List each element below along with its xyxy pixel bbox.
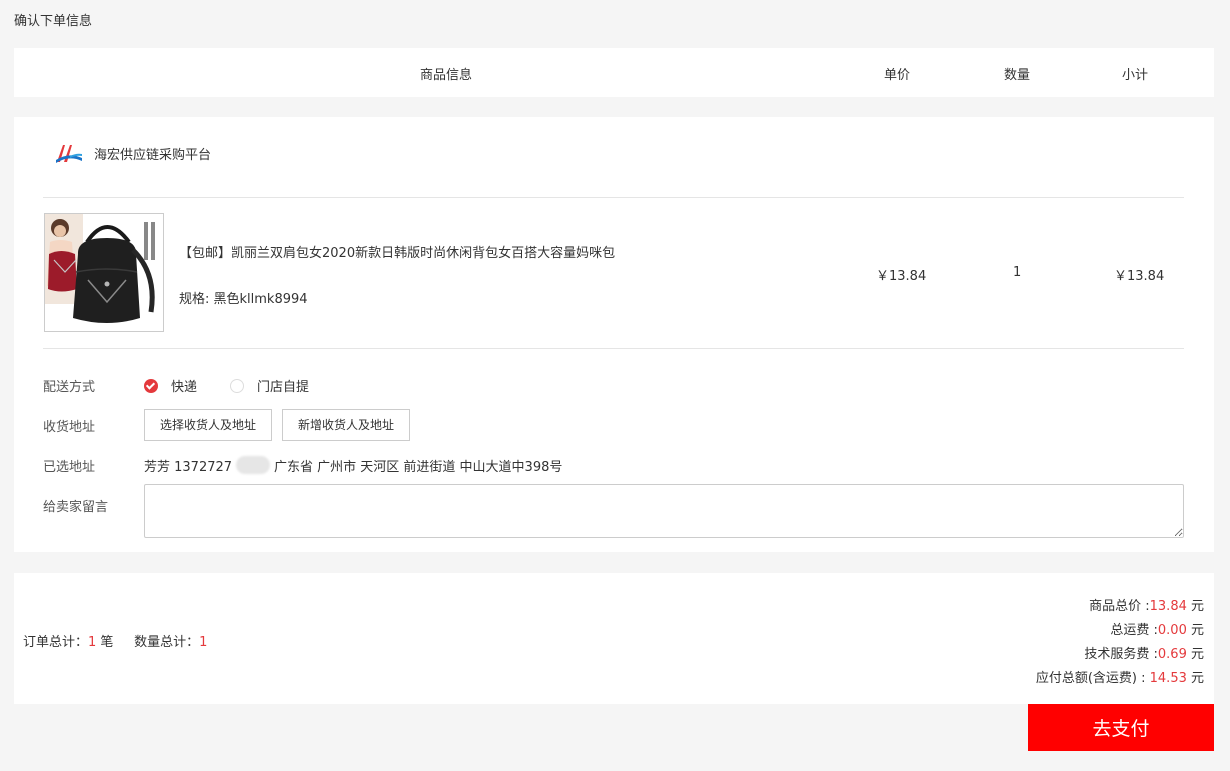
backpack-image (45, 214, 163, 331)
redacted-mask (236, 456, 271, 474)
freight-label: 总运费 : (1110, 623, 1158, 638)
product-unit-price: ￥13.84 (876, 269, 927, 284)
shipping-option-pickup[interactable]: 门店自提 (230, 376, 309, 395)
order-card: 海宏供应链采购平台 【包邮】凯丽兰双肩包女2020新款日韩版时尚休闲背包女百搭大… (14, 117, 1214, 552)
qty-total-label: 数量总计： (134, 635, 200, 650)
recipient-name-phone: 芳芳 1372727 (144, 460, 233, 475)
currency-unit: 元 (1186, 599, 1204, 614)
payable-value: 14.53 (1149, 671, 1187, 686)
divider (43, 348, 1184, 349)
currency-unit: 元 (1186, 671, 1204, 686)
divider (43, 197, 1184, 198)
order-stats: 订单总计：1 笔 数量总计：1 (23, 631, 207, 650)
header-unit-price: 单价 (884, 68, 911, 83)
product-spec: 规格: 黑色kllmk8994 (179, 292, 308, 307)
shipping-option-label: 门店自提 (257, 380, 310, 395)
page-title: 确认下单信息 (14, 14, 93, 29)
address-label: 收货地址 (43, 420, 96, 435)
select-address-button[interactable]: 选择收货人及地址 (144, 409, 272, 441)
qty-total-value: 1 (199, 635, 208, 650)
store-row: 海宏供应链采购平台 (54, 141, 211, 165)
totals-block: 商品总价 :13.84 元 总运费 :0.00 元 技术服务费 :0.69 元 … (1036, 595, 1204, 691)
header-subtotal: 小计 (1122, 68, 1149, 83)
goods-total-label: 商品总价 : (1089, 599, 1150, 614)
payable-label: 应付总额(含运费) : (1035, 671, 1150, 686)
order-total-label: 订单总计： (23, 635, 89, 650)
hh-logo-icon (56, 145, 82, 163)
service-fee-label: 技术服务费 : (1084, 647, 1158, 662)
product-image[interactable] (44, 213, 164, 332)
service-fee-row: 技术服务费 :0.69 元 (1036, 643, 1204, 667)
radio-checked-icon[interactable] (144, 378, 158, 393)
radio-unchecked-icon[interactable] (230, 378, 244, 393)
product-subtotal: ￥13.84 (1114, 269, 1165, 284)
header-product-info: 商品信息 (420, 68, 473, 83)
shipping-option-express[interactable]: 快递 (144, 376, 197, 395)
header-quantity: 数量 (1004, 68, 1031, 83)
payable-row: 应付总额(含运费) : 14.53 元 (1036, 667, 1204, 691)
order-table-header: 商品信息 单价 数量 小计 (14, 48, 1214, 97)
goods-total-row: 商品总价 :13.84 元 (1036, 595, 1204, 619)
pay-button[interactable]: 去支付 (1028, 704, 1214, 751)
recipient-address: 广东省 广州市 天河区 前进街道 中山大道中398号 (274, 460, 563, 475)
service-fee-value: 0.69 (1157, 647, 1187, 662)
new-address-button[interactable]: 新增收货人及地址 (282, 409, 410, 441)
shipping-option-label: 快递 (171, 380, 198, 395)
store-name: 海宏供应链采购平台 (94, 147, 212, 163)
seller-message-input[interactable] (144, 484, 1184, 538)
selected-address-label: 已选地址 (43, 460, 96, 475)
order-total-unit: 笔 (96, 635, 114, 650)
product-title[interactable]: 【包邮】凯丽兰双肩包女2020新款日韩版时尚休闲背包女百搭大容量妈咪包 (179, 242, 615, 261)
currency-unit: 元 (1186, 623, 1204, 638)
product-quantity: 1 (1013, 265, 1022, 280)
seller-message-label: 给卖家留言 (43, 500, 109, 515)
shipping-method-label: 配送方式 (43, 380, 96, 395)
selected-address: 芳芳 1372727 广东省 广州市 天河区 前进街道 中山大道中398号 (144, 456, 562, 475)
freight-row: 总运费 :0.00 元 (1036, 619, 1204, 643)
freight-value: 0.00 (1157, 623, 1187, 638)
goods-total-value: 13.84 (1149, 599, 1187, 614)
summary-card: 订单总计：1 笔 数量总计：1 商品总价 :13.84 元 总运费 :0.00 … (14, 573, 1214, 704)
currency-unit: 元 (1186, 647, 1204, 662)
